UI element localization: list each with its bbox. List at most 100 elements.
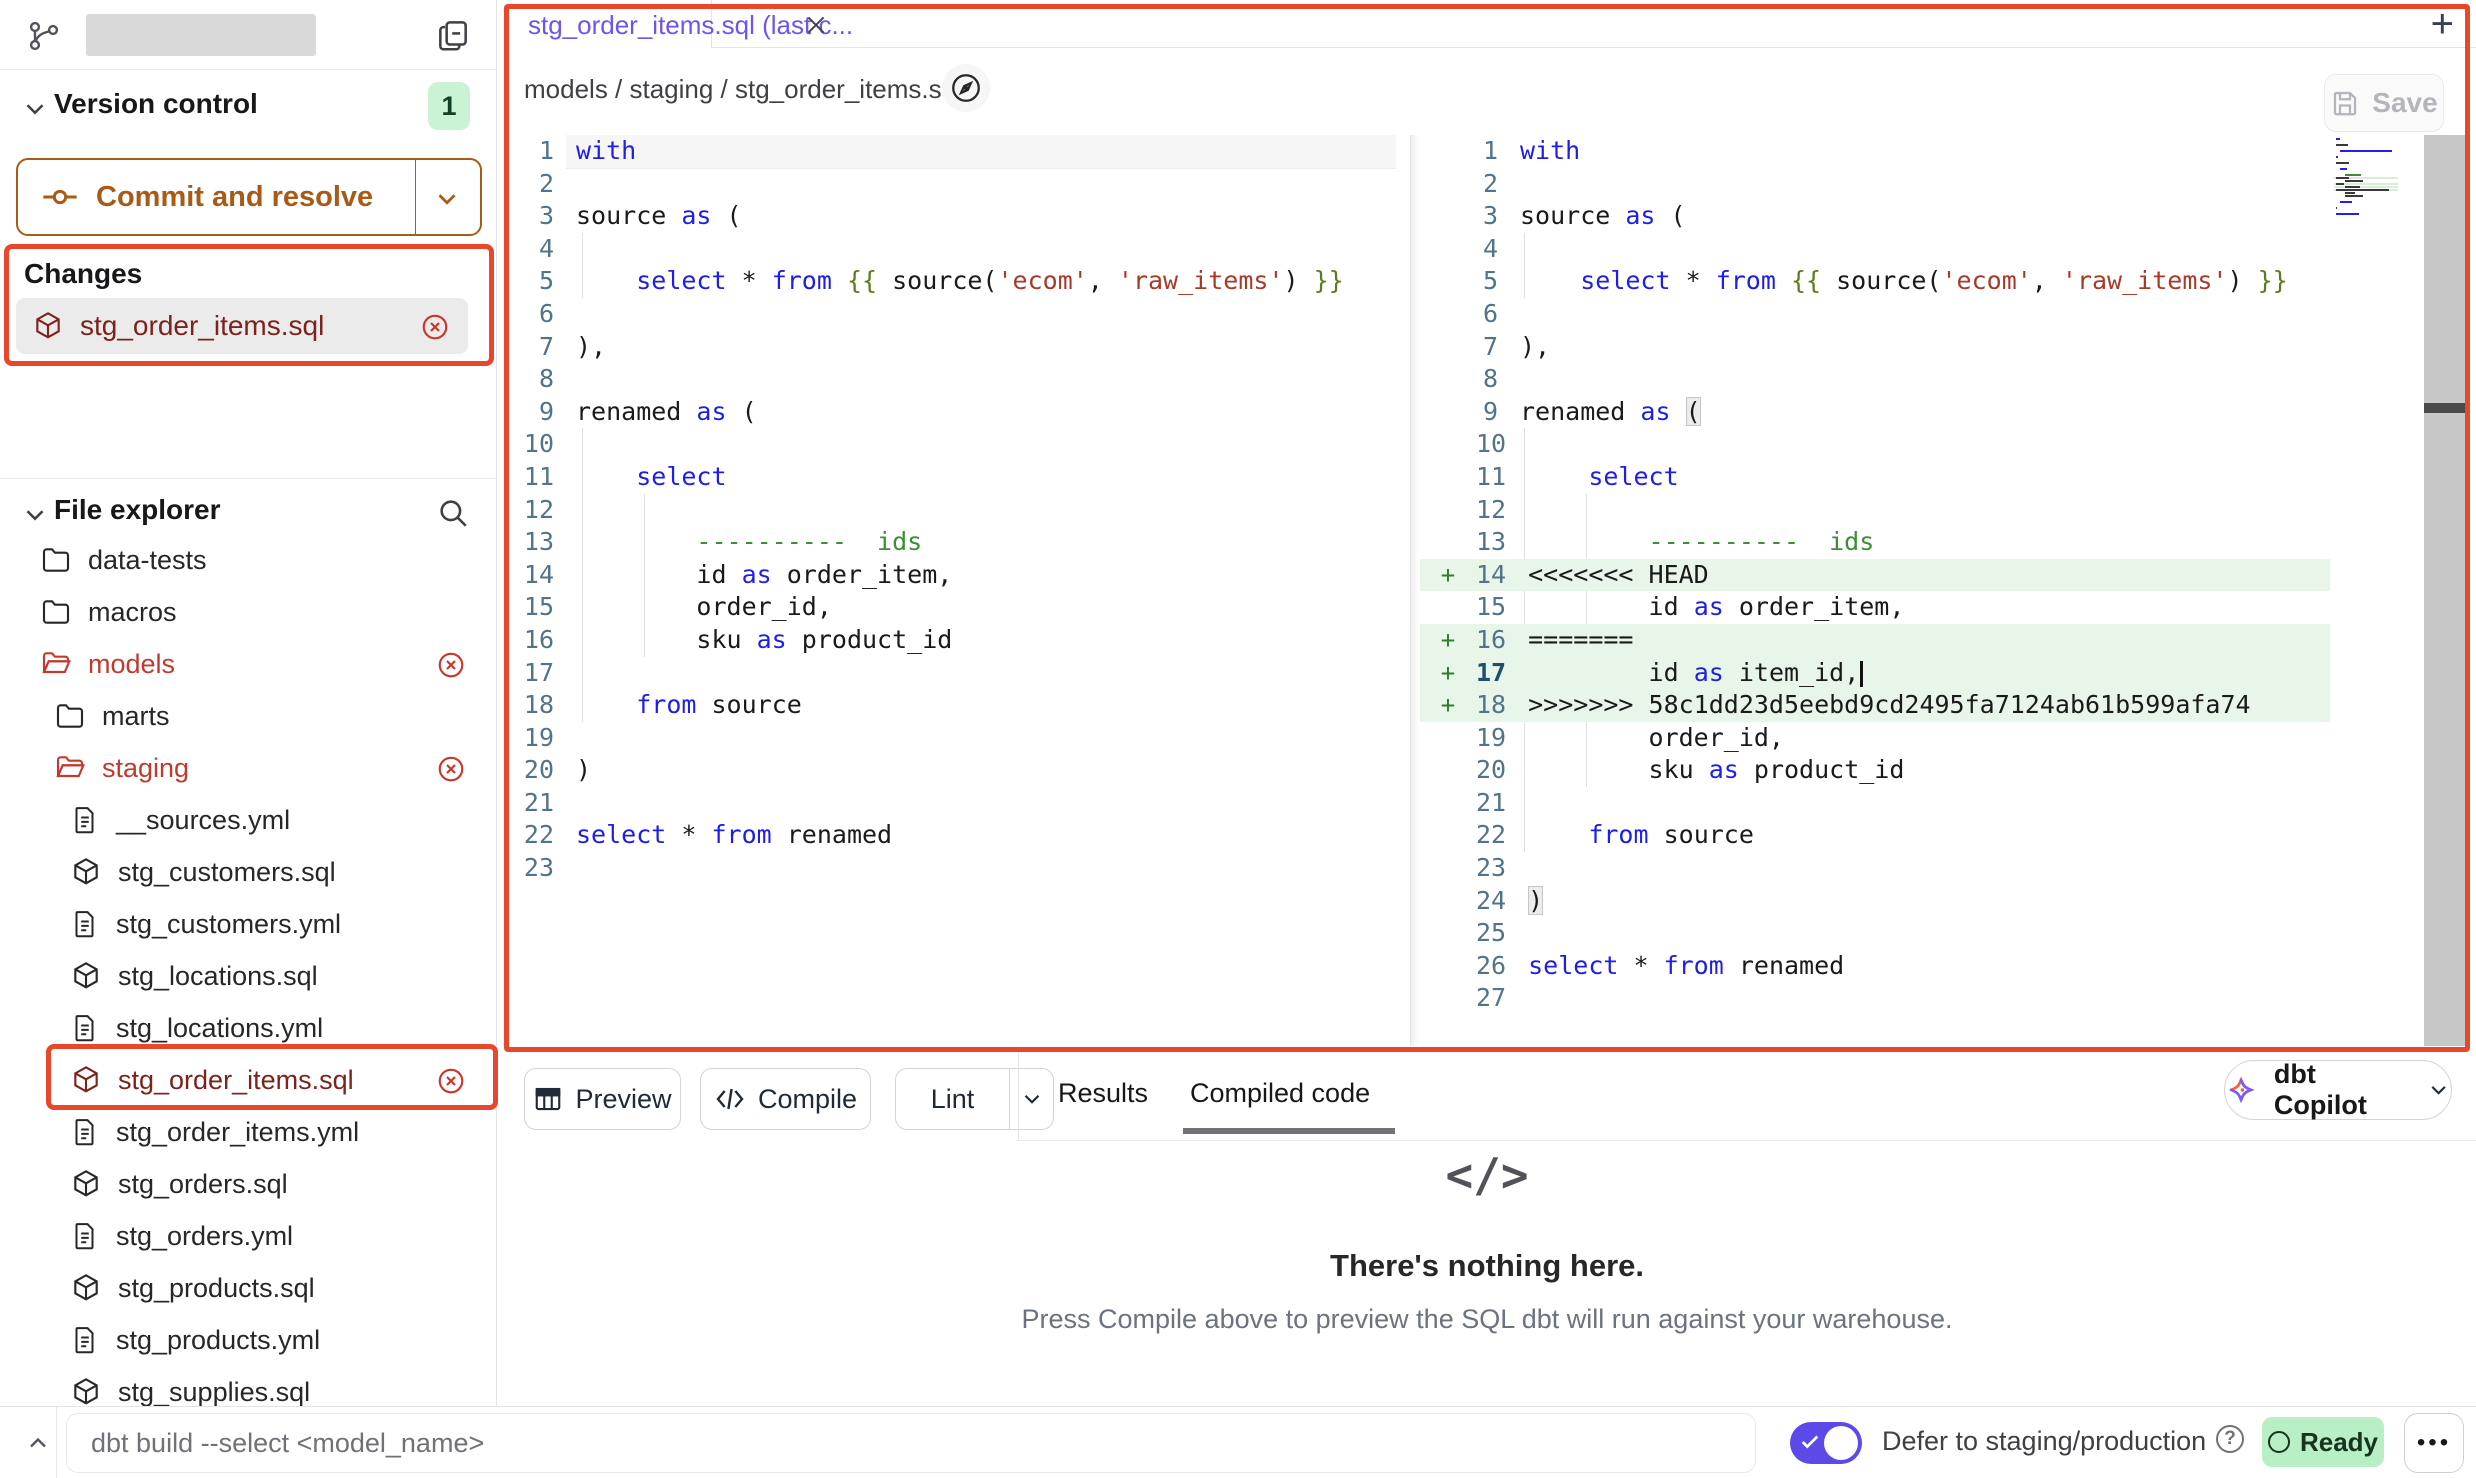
file-item-stg_customers.yml[interactable]: stg_customers.yml (0, 900, 496, 948)
code-line[interactable]: 8 (498, 363, 1396, 396)
code-line[interactable]: 4 (498, 233, 1396, 266)
file-item-stg_products.yml[interactable]: stg_products.yml (0, 1316, 496, 1364)
help-icon[interactable]: ? (2216, 1425, 2244, 1453)
code-line[interactable]: 3source as ( (1420, 200, 2330, 233)
minimap[interactable] (2334, 138, 2398, 219)
file-item-stg_customers.sql[interactable]: stg_customers.sql (0, 848, 496, 896)
code-line[interactable]: 25 (1420, 917, 2330, 950)
code-line[interactable]: 7), (1420, 331, 2330, 364)
code-line[interactable]: 19 (498, 722, 1396, 755)
code-line[interactable]: 21 (498, 787, 1396, 820)
code-line[interactable]: +18>>>>>>> 58c1dd23d5eebd9cd2495fa7124ab… (1420, 689, 2330, 722)
copy-icon[interactable] (434, 16, 472, 54)
commit-and-resolve-button[interactable]: Commit and resolve (16, 158, 482, 236)
tab-close-icon[interactable] (803, 12, 829, 38)
code-line[interactable]: 11 select (498, 461, 1396, 494)
editor-pane-left[interactable]: 1with23source as (45 select * from {{ so… (498, 135, 1396, 1046)
code-line[interactable]: 8 (1420, 363, 2330, 396)
search-icon[interactable] (436, 496, 470, 530)
file-item-models[interactable]: models (0, 640, 496, 688)
file-item-stg_orders.sql[interactable]: stg_orders.sql (0, 1160, 496, 1208)
code-line[interactable]: 21 (1420, 787, 2330, 820)
changed-file-row[interactable]: stg_order_items.sql (16, 298, 468, 354)
code-line[interactable]: 17 (498, 657, 1396, 690)
conflict-x-icon[interactable] (436, 754, 466, 784)
file-item-stg_products.sql[interactable]: stg_products.sql (0, 1264, 496, 1312)
code-line[interactable]: 19 order_id, (1420, 722, 2330, 755)
more-options-button[interactable]: ••• (2404, 1413, 2464, 1473)
dbt-copilot-button[interactable]: dbt Copilot (2224, 1060, 2452, 1120)
code-line[interactable]: 7), (498, 331, 1396, 364)
code-line[interactable]: 11 select (1420, 461, 2330, 494)
code-line[interactable]: 9renamed as ( (498, 396, 1396, 429)
code-line[interactable]: 9renamed as ( (1420, 396, 2330, 429)
code-line[interactable]: 14 id as order_item, (498, 559, 1396, 592)
code-line[interactable]: 22 from source (1420, 819, 2330, 852)
save-button[interactable]: Save (2324, 74, 2444, 132)
dbt-command-input[interactable] (66, 1413, 1756, 1473)
code-line[interactable]: 23 (498, 852, 1396, 885)
file-item-macros[interactable]: macros (0, 588, 496, 636)
code-line[interactable]: 24) (1420, 885, 2330, 918)
tab-stg-order-items[interactable]: stg_order_items.sql (last c... (500, 0, 712, 48)
editor-pane-right[interactable]: 1with23source as (45 select * from {{ so… (1420, 135, 2330, 1046)
lint-options-chevron-icon[interactable] (1009, 1068, 1054, 1130)
code-line[interactable]: 27 (1420, 982, 2330, 1015)
code-line[interactable]: 12 (498, 494, 1396, 527)
code-line[interactable]: 22select * from renamed (498, 819, 1396, 852)
code-line[interactable]: +14<<<<<<< HEAD (1420, 559, 2330, 592)
defer-toggle[interactable] (1790, 1422, 1862, 1464)
code-line[interactable]: 15 order_id, (498, 591, 1396, 624)
code-line[interactable]: 4 (1420, 233, 2330, 266)
code-line[interactable]: 12 (1420, 494, 2330, 527)
file-item-stg_order_items.yml[interactable]: stg_order_items.yml (0, 1108, 496, 1156)
file-item-data-tests[interactable]: data-tests (0, 536, 496, 584)
code-line[interactable]: 26select * from renamed (1420, 950, 2330, 983)
code-line[interactable]: +17 id as item_id, (1420, 657, 2330, 690)
file-item-marts[interactable]: marts (0, 692, 496, 740)
file-item-staging[interactable]: staging (0, 744, 496, 792)
code-line[interactable]: 3source as ( (498, 200, 1396, 233)
conflict-x-icon[interactable] (420, 312, 450, 342)
file-item-__sources.yml[interactable]: __sources.yml (0, 796, 496, 844)
editor-scrollbar-track[interactable] (2424, 135, 2468, 1046)
file-item-stg_supplies.sql[interactable]: stg_supplies.sql (0, 1368, 496, 1406)
chevron-up-icon[interactable] (24, 1429, 52, 1457)
code-line[interactable]: 16 sku as product_id (498, 624, 1396, 657)
lineage-icon[interactable] (942, 64, 990, 112)
code-line[interactable]: 10 (498, 428, 1396, 461)
code-line[interactable]: 2 (498, 168, 1396, 201)
preview-button[interactable]: Preview (524, 1068, 681, 1130)
conflict-x-icon[interactable] (436, 1066, 466, 1096)
commit-options-chevron-icon[interactable] (432, 184, 462, 214)
conflict-x-icon[interactable] (436, 650, 466, 680)
code-line[interactable]: 1with (498, 135, 1396, 168)
code-line[interactable]: 5 select * from {{ source('ecom', 'raw_i… (1420, 265, 2330, 298)
code-line[interactable]: 5 select * from {{ source('ecom', 'raw_i… (498, 265, 1396, 298)
code-line[interactable]: +16======= (1420, 624, 2330, 657)
file-item-stg_locations.yml[interactable]: stg_locations.yml (0, 1004, 496, 1052)
editor-scrollbar-thumb[interactable] (2424, 403, 2468, 413)
code-line[interactable]: 23 (1420, 852, 2330, 885)
new-tab-button[interactable]: + (2431, 2, 2454, 47)
version-control-section-header[interactable]: Version control 1 (0, 80, 496, 132)
code-line[interactable]: 15 id as order_item, (1420, 591, 2330, 624)
code-line[interactable]: 6 (498, 298, 1396, 331)
tab-compiled-code[interactable]: Compiled code (1190, 1078, 1370, 1109)
file-item-stg_order_items.sql[interactable]: stg_order_items.sql (0, 1056, 496, 1104)
code-line[interactable]: 13 ---------- ids (498, 526, 1396, 559)
file-item-stg_orders.yml[interactable]: stg_orders.yml (0, 1212, 496, 1260)
code-line[interactable]: 20 sku as product_id (1420, 754, 2330, 787)
ready-status-button[interactable]: Ready (2262, 1417, 2384, 1467)
code-line[interactable]: 13 ---------- ids (1420, 526, 2330, 559)
code-line[interactable]: 1with (1420, 135, 2330, 168)
compile-button[interactable]: Compile (700, 1068, 871, 1130)
file-item-stg_locations.sql[interactable]: stg_locations.sql (0, 952, 496, 1000)
lint-button[interactable]: Lint (895, 1068, 1009, 1130)
tab-results[interactable]: Results (1058, 1078, 1148, 1109)
code-line[interactable]: 6 (1420, 298, 2330, 331)
code-line[interactable]: 10 (1420, 428, 2330, 461)
code-line[interactable]: 20) (498, 754, 1396, 787)
code-line[interactable]: 2 (1420, 168, 2330, 201)
code-line[interactable]: 18 from source (498, 689, 1396, 722)
